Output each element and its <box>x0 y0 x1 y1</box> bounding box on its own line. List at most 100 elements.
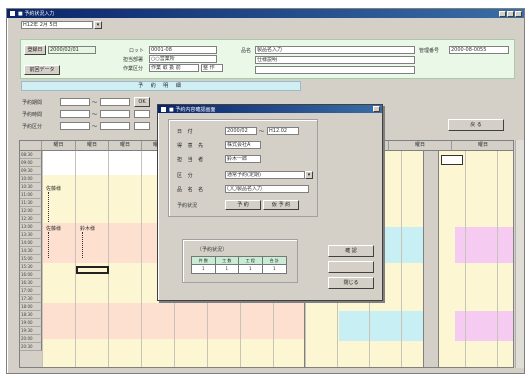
row-head-column: 08:30 09:00 09:30 10:00 10:30 11:00 11:3… <box>20 151 42 367</box>
period-label: 予約期間 <box>22 100 43 106</box>
dept-label: 担当部署 <box>123 57 144 63</box>
time-from-field[interactable] <box>60 110 90 118</box>
work-type-label: 作業区分 <box>123 66 144 72</box>
maximize-button[interactable] <box>507 10 514 17</box>
row-head: 12:00 <box>20 207 42 215</box>
back-button[interactable]: 戻 る <box>448 119 504 131</box>
category-label: 予約区分 <box>22 124 43 130</box>
selected-right-cell[interactable] <box>441 155 463 165</box>
dialog-titlebar: ■ 予約内容確認画面 <box>158 105 382 113</box>
confirm-dialog: ■ 予約内容確認画面 日 付 2000/02 〜 H12.02 得 意 先 株式… <box>157 104 383 301</box>
row-head: 11:00 <box>20 191 42 199</box>
row-head: 15:30 <box>20 263 42 271</box>
window-title: ■ 予約状況入力 <box>18 11 55 17</box>
dept-field[interactable]: ○○営業所 <box>149 55 217 63</box>
register-date-button[interactable]: 登録日 <box>24 45 46 55</box>
lot-field[interactable]: 0001-08 <box>149 46 217 54</box>
summary-col-head: 合 計 <box>262 257 286 265</box>
col-header[interactable]: 曜日 <box>452 141 513 151</box>
item-field[interactable]: 〇〇製品名入力 <box>225 185 309 193</box>
col-header[interactable]: 曜日 <box>42 141 76 151</box>
corner-cell <box>20 141 42 151</box>
time-to-field[interactable] <box>100 110 130 118</box>
reserve-option-2[interactable]: 仮 予 約 <box>263 200 299 210</box>
customer-field[interactable]: 株式会社A <box>225 141 261 149</box>
time-label: 予約時間 <box>22 112 43 118</box>
tilde-3: 〜 <box>92 124 98 130</box>
row-head: 10:30 <box>20 183 42 191</box>
row-head: 18:00 <box>20 303 42 311</box>
date-from-field[interactable]: 2000/02 <box>225 127 257 135</box>
summary-frame: 〔予約状況〕 件 数 工 数 工 程 合 計 1 1 1 1 <box>182 239 298 283</box>
dialog-close-text-button[interactable]: 閉じる <box>328 277 374 289</box>
period-from-field[interactable] <box>60 98 90 106</box>
member-field[interactable]: 鈴木一郎 <box>225 155 261 163</box>
summary-col-head: 工 程 <box>239 257 263 265</box>
reserve-label: 予約状況 <box>177 203 198 209</box>
manage-no-field[interactable]: 2000-08-0055 <box>449 46 509 54</box>
date-field[interactable]: H12年 2月 5日 <box>21 21 93 29</box>
booking-cell[interactable]: 鈴木様 <box>80 225 95 232</box>
item-label: 品 名 名 <box>177 187 206 193</box>
booking-cell[interactable]: 佐藤様 <box>46 185 61 192</box>
reserve-option-1[interactable]: 予 約 <box>225 200 261 210</box>
category-to-field[interactable] <box>100 122 130 130</box>
row-head: 12:30 <box>20 215 42 223</box>
spec-field[interactable]: 仕様説明 <box>255 56 415 64</box>
summary-col-head: 件 数 <box>192 257 216 265</box>
row-head: 13:00 <box>20 223 42 231</box>
vertical-scrollbar[interactable] <box>515 140 524 368</box>
lot-label: ロット <box>129 48 145 54</box>
manage-no-label: 管理番号 <box>419 48 440 54</box>
dialog-icon <box>161 106 166 112</box>
ok-button[interactable]: OK <box>134 97 150 107</box>
date-dropdown-icon[interactable]: ▾ <box>94 21 102 29</box>
row-head: 20:00 <box>20 335 42 343</box>
col-header[interactable]: 曜日 <box>76 141 109 151</box>
row-head: 19:30 <box>20 327 42 335</box>
row-head: 14:30 <box>20 247 42 255</box>
product-field[interactable]: 製品名入力 <box>255 46 415 54</box>
row-head: 17:30 <box>20 295 42 303</box>
summary-title: 〔予約状況〕 <box>197 247 228 253</box>
date-tilde: 〜 <box>259 129 265 135</box>
dialog-form-frame: 日 付 2000/02 〜 H12.02 得 意 先 株式会社A 担 当 者 鈴… <box>168 119 318 217</box>
category-select[interactable]: 通常予約(定期) <box>225 171 305 179</box>
summary-cell: 1 <box>216 265 239 273</box>
row-head: 20:30 <box>20 343 42 351</box>
app-icon <box>10 11 15 16</box>
member-label: 担 当 者 <box>177 157 206 163</box>
middle-button[interactable] <box>328 261 374 273</box>
spec-field-2[interactable] <box>255 66 415 74</box>
category-dropdown-icon[interactable]: ▾ <box>305 171 313 179</box>
row-head: 16:00 <box>20 271 42 279</box>
time-extra-field[interactable] <box>134 110 150 118</box>
col-header[interactable]: 曜日 <box>109 141 142 151</box>
work-type-field[interactable]: 作業 取 扱 前 <box>149 64 199 72</box>
row-head: 11:30 <box>20 199 42 207</box>
work-type-field-2[interactable]: 整 作 <box>201 64 223 72</box>
summary-table: 件 数 工 数 工 程 合 計 1 1 1 1 <box>191 256 287 274</box>
tilde-1: 〜 <box>92 100 98 106</box>
header-panel: 登録日 2000/02/01 ロット 0001-08 担当部署 ○○営業所 作業… <box>20 39 515 79</box>
booking-cell[interactable]: 佐藤様 <box>46 225 61 232</box>
summary-cell: 1 <box>239 265 263 273</box>
main-titlebar: ■ 予約状況入力 <box>7 9 524 18</box>
divider-column <box>423 151 439 367</box>
selected-cell[interactable] <box>76 266 109 274</box>
period-to-field[interactable] <box>100 98 130 106</box>
confirm-button[interactable]: 確 認 <box>328 245 374 257</box>
booking-bar <box>48 192 49 222</box>
category-extra-field[interactable] <box>134 122 150 130</box>
date-to-field[interactable]: H12.02 <box>267 127 299 135</box>
register-date-field[interactable]: 2000/02/01 <box>48 46 96 54</box>
col-header[interactable]: 曜日 <box>389 141 452 151</box>
close-button[interactable] <box>515 10 522 17</box>
section-band: 予 約 明 細 <box>21 81 301 91</box>
row-head: 13:30 <box>20 231 42 239</box>
category-from-field[interactable] <box>60 122 90 130</box>
row-head: 15:00 <box>20 255 42 263</box>
dialog-close-button[interactable] <box>373 106 380 112</box>
minimize-button[interactable] <box>499 10 506 17</box>
prev-data-button[interactable]: 前回データ <box>24 65 60 75</box>
